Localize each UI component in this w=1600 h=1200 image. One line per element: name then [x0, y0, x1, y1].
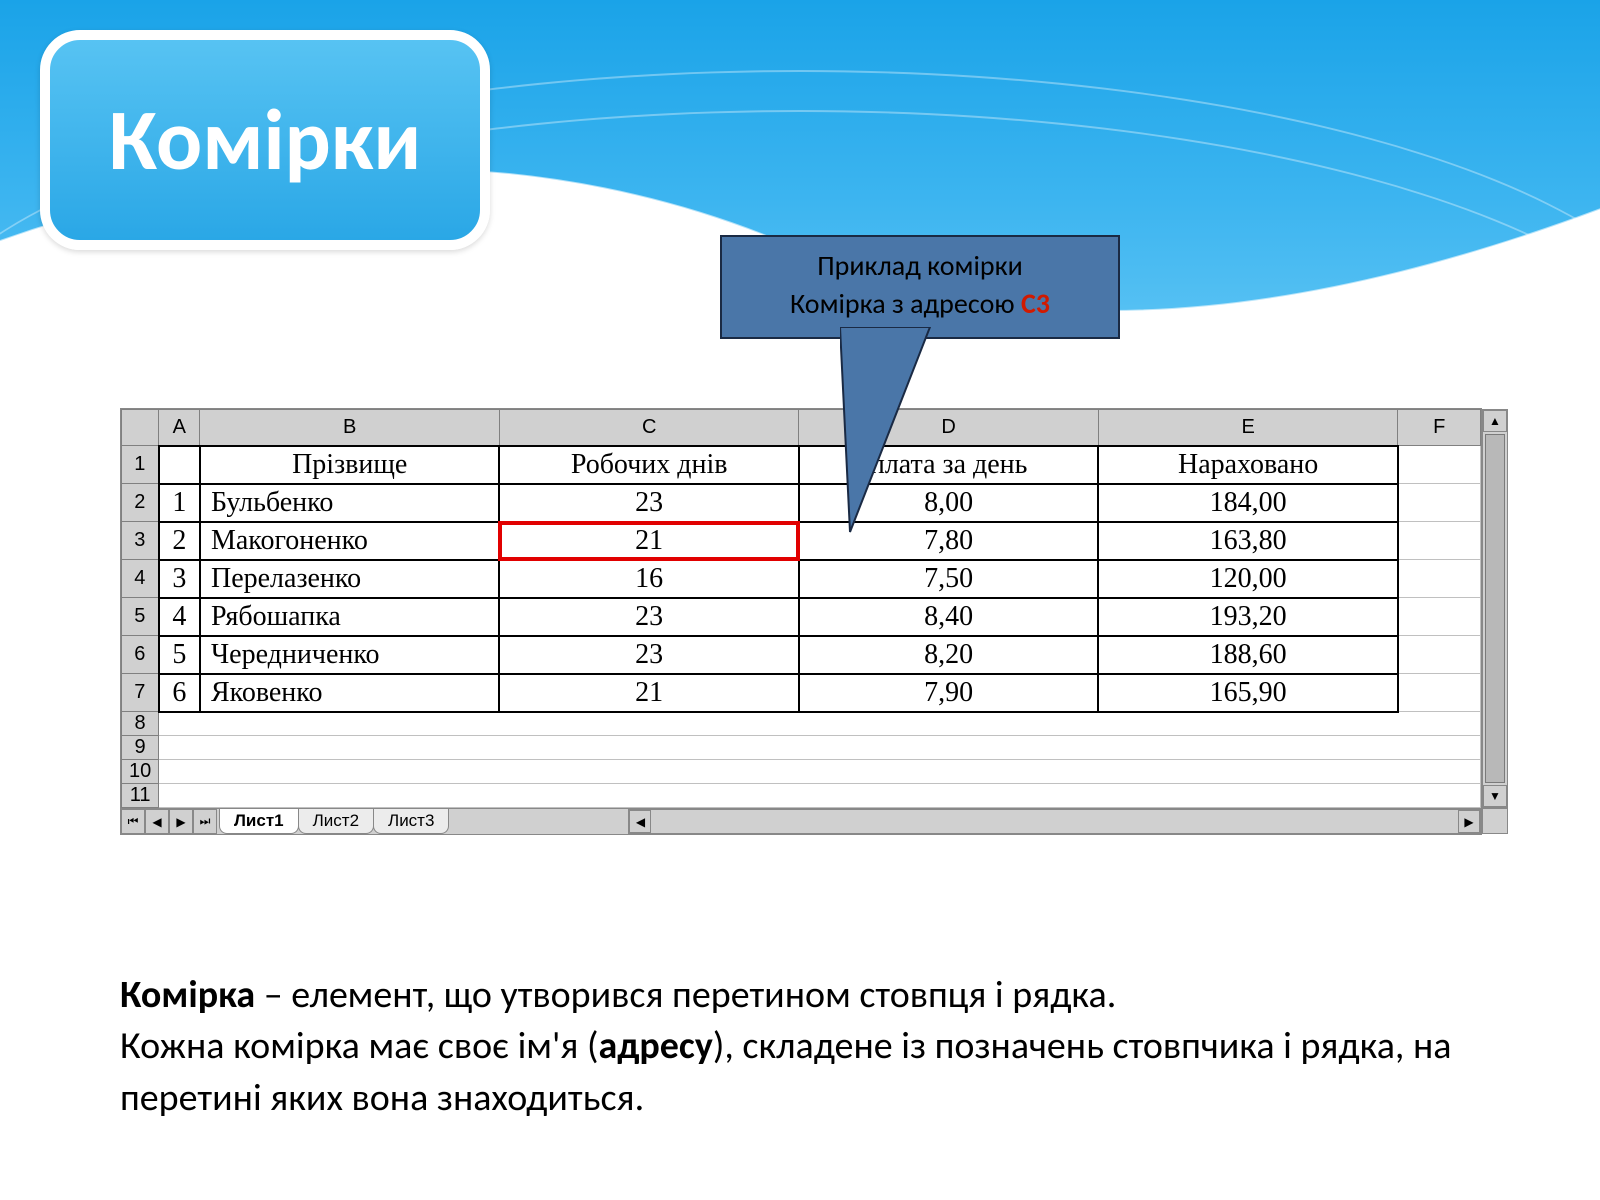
cell[interactable]: [159, 736, 1481, 760]
slide-title: Комірки: [109, 88, 421, 193]
cell[interactable]: Прізвище: [200, 446, 499, 484]
row-header[interactable]: 5: [122, 598, 159, 636]
horizontal-scrollbar[interactable]: ◀ ▶: [628, 809, 1481, 834]
cell[interactable]: [159, 784, 1481, 808]
cell[interactable]: 165,90: [1098, 674, 1397, 712]
spreadsheet: A B C D E F 1 Прізвище Робочих днів плат…: [120, 408, 1482, 835]
sheet-tab[interactable]: Лист2: [298, 809, 374, 834]
row-header[interactable]: 3: [122, 522, 159, 560]
cell[interactable]: [1398, 674, 1481, 712]
cell[interactable]: [1398, 484, 1481, 522]
cell[interactable]: 3: [159, 560, 200, 598]
cell[interactable]: 16: [499, 560, 798, 598]
tab-nav-next-icon[interactable]: ▶: [169, 809, 193, 834]
cell[interactable]: 21: [499, 674, 798, 712]
scroll-down-icon[interactable]: ▼: [1483, 785, 1507, 807]
callout-box: Приклад комірки Комірка з адресою С3: [720, 235, 1120, 339]
cell[interactable]: [1398, 522, 1481, 560]
definition-text: Комірка – елемент, що утворився перетино…: [120, 970, 1510, 1124]
cell-C3-highlighted[interactable]: 21: [499, 522, 798, 560]
cell[interactable]: 1: [159, 484, 200, 522]
row-header[interactable]: 4: [122, 560, 159, 598]
cell[interactable]: [1398, 636, 1481, 674]
cell[interactable]: 8,40: [799, 598, 1098, 636]
cell[interactable]: 23: [499, 484, 798, 522]
cell[interactable]: 193,20: [1098, 598, 1397, 636]
select-all-corner[interactable]: [122, 410, 159, 446]
vertical-scrollbar[interactable]: ▲ ▼: [1482, 409, 1508, 808]
col-header-C[interactable]: C: [499, 410, 798, 446]
cell[interactable]: Чередниченко: [200, 636, 499, 674]
row-header[interactable]: 1: [122, 446, 159, 484]
col-header-B[interactable]: B: [200, 410, 499, 446]
slide-title-card: Комірки: [40, 30, 490, 250]
cell[interactable]: Перелазенко: [200, 560, 499, 598]
col-header-F[interactable]: F: [1398, 410, 1481, 446]
sheet-tab[interactable]: Лист1: [219, 809, 299, 834]
cell[interactable]: [1398, 560, 1481, 598]
spreadsheet-grid: A B C D E F 1 Прізвище Робочих днів плат…: [121, 409, 1481, 808]
cell[interactable]: 7,90: [799, 674, 1098, 712]
callout-address: С3: [1021, 286, 1050, 321]
cell[interactable]: 23: [499, 598, 798, 636]
row-header[interactable]: 9: [122, 736, 159, 760]
cell[interactable]: 188,60: [1098, 636, 1397, 674]
tab-nav-last-icon[interactable]: ⏭: [193, 809, 217, 834]
cell[interactable]: [159, 712, 1481, 736]
sheet-tab[interactable]: Лист3: [373, 809, 449, 834]
cell[interactable]: 7,50: [799, 560, 1098, 598]
cell[interactable]: 2: [159, 522, 200, 560]
cell[interactable]: 8,20: [799, 636, 1098, 674]
resize-grip-icon[interactable]: [1482, 808, 1508, 834]
row-header[interactable]: 2: [122, 484, 159, 522]
cell[interactable]: Яковенко: [200, 674, 499, 712]
cell[interactable]: Нараховано: [1098, 446, 1397, 484]
definition-term: Комірка: [120, 972, 255, 1018]
cell[interactable]: 5: [159, 636, 200, 674]
scroll-track[interactable]: [651, 810, 1458, 833]
callout-line2: Комірка з адресою С3: [742, 285, 1098, 323]
cell-callout: Приклад комірки Комірка з адресою С3: [720, 235, 1120, 339]
cell[interactable]: Рябошапка: [200, 598, 499, 636]
cell[interactable]: Макогоненко: [200, 522, 499, 560]
sheet-footer: ⏮ ◀ ▶ ⏭ Лист1 Лист2 Лист3 ◀ ▶: [121, 808, 1481, 834]
scroll-right-icon[interactable]: ▶: [1458, 810, 1480, 833]
scroll-up-icon[interactable]: ▲: [1483, 410, 1507, 432]
row-header[interactable]: 11: [122, 784, 159, 808]
tab-nav-prev-icon[interactable]: ◀: [145, 809, 169, 834]
callout-line1: Приклад комірки: [742, 247, 1098, 285]
cell[interactable]: 120,00: [1098, 560, 1397, 598]
row-header[interactable]: 7: [122, 674, 159, 712]
row-header[interactable]: 8: [122, 712, 159, 736]
cell[interactable]: 23: [499, 636, 798, 674]
callout-pointer: [840, 327, 980, 537]
cell[interactable]: [159, 446, 200, 484]
cell[interactable]: 163,80: [1098, 522, 1397, 560]
row-header[interactable]: 10: [122, 760, 159, 784]
scroll-left-icon[interactable]: ◀: [629, 810, 651, 833]
col-header-A[interactable]: A: [159, 410, 200, 446]
tab-nav-first-icon[interactable]: ⏮: [121, 809, 145, 834]
cell[interactable]: Робочих днів: [499, 446, 798, 484]
cell[interactable]: 6: [159, 674, 200, 712]
col-header-E[interactable]: E: [1098, 410, 1397, 446]
cell[interactable]: [159, 760, 1481, 784]
cell[interactable]: [1398, 598, 1481, 636]
cell[interactable]: 184,00: [1098, 484, 1397, 522]
row-header[interactable]: 6: [122, 636, 159, 674]
scroll-thumb[interactable]: [1485, 434, 1505, 783]
sheet-tabs: Лист1 Лист2 Лист3: [217, 809, 448, 834]
cell[interactable]: Бульбенко: [200, 484, 499, 522]
cell[interactable]: 4: [159, 598, 200, 636]
cell[interactable]: [1398, 446, 1481, 484]
